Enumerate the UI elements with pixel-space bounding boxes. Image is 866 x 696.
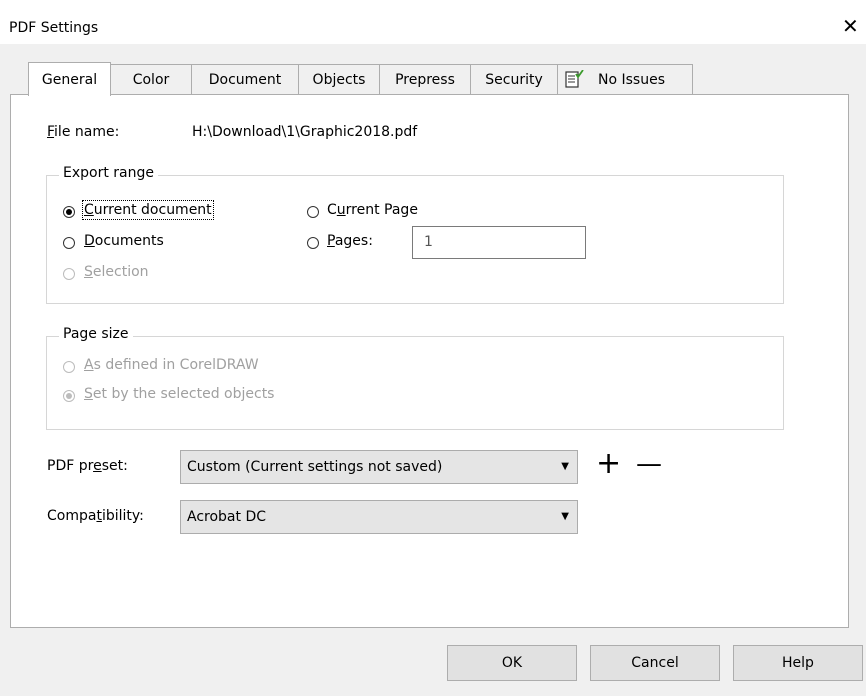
file-name-label: File name: — [47, 124, 120, 140]
checklist-icon — [564, 68, 584, 90]
cancel-button[interactable]: Cancel — [590, 645, 720, 681]
current-page-radio[interactable] — [307, 206, 319, 218]
export-range-legend: Export range — [59, 165, 158, 181]
add-preset-button[interactable]: + — [596, 446, 621, 482]
current-page-label[interactable]: Current Page — [327, 202, 418, 218]
tab-no-issues[interactable]: No Issues — [557, 64, 693, 95]
pages-label[interactable]: Pages: — [327, 233, 373, 249]
compatibility-dropdown[interactable]: Acrobat DC ▼ — [180, 500, 578, 534]
tab-security[interactable]: Security — [470, 64, 558, 95]
title-bar: PDF Settings ✕ — [0, 0, 866, 44]
tab-prepress[interactable]: Prepress — [379, 64, 471, 95]
window-title: PDF Settings — [9, 20, 99, 36]
ok-button[interactable]: OK — [447, 645, 577, 681]
set-by-objects-radio[interactable] — [63, 390, 75, 402]
current-document-radio[interactable] — [63, 206, 75, 218]
as-defined-radio[interactable] — [63, 361, 75, 373]
pages-radio[interactable] — [307, 237, 319, 249]
set-by-objects-label[interactable]: Set by the selected objects — [84, 386, 274, 402]
documents-radio[interactable] — [63, 237, 75, 249]
compatibility-label: Compatibility: — [47, 508, 144, 524]
as-defined-label[interactable]: As defined in CorelDRAW — [84, 357, 259, 373]
selection-label[interactable]: Selection — [84, 264, 149, 280]
page-size-group — [46, 336, 784, 430]
current-document-label[interactable]: Current document — [82, 200, 214, 220]
file-name-value: H:\Download\1\Graphic2018.pdf — [192, 124, 418, 140]
remove-preset-button[interactable]: — — [636, 446, 662, 482]
help-button[interactable]: Help — [733, 645, 863, 681]
tab-general[interactable]: General — [28, 62, 111, 96]
tab-document[interactable]: Document — [191, 64, 299, 95]
chevron-down-icon: ▼ — [561, 511, 569, 522]
pdf-preset-dropdown[interactable]: Custom (Current settings not saved) ▼ — [180, 450, 578, 484]
pages-input[interactable]: 1 — [412, 226, 586, 259]
chevron-down-icon: ▼ — [561, 461, 569, 472]
selection-radio[interactable] — [63, 268, 75, 280]
page-size-legend: Page size — [59, 326, 133, 342]
documents-label[interactable]: Documents — [84, 233, 164, 249]
pdf-preset-label: PDF preset: — [47, 458, 128, 474]
tab-color[interactable]: Color — [110, 64, 192, 95]
tab-objects[interactable]: Objects — [298, 64, 380, 95]
close-icon[interactable]: ✕ — [842, 14, 859, 38]
